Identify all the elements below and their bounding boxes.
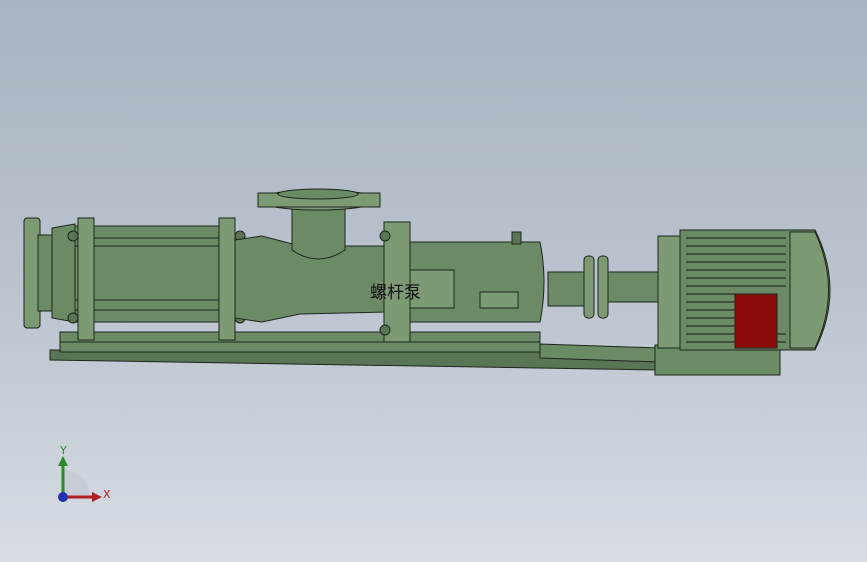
- triad-y-label: Y: [59, 444, 67, 457]
- suction-housing[interactable]: [234, 188, 386, 323]
- triad-arc-icon: [63, 470, 90, 497]
- shaft-coupling[interactable]: [547, 255, 661, 319]
- drive-housing[interactable]: [379, 221, 545, 343]
- pump-assembly-model[interactable]: 螺杆泵 Y X: [0, 0, 867, 562]
- junction-box[interactable]: [734, 293, 778, 349]
- axis-triad: Y X: [58, 444, 111, 502]
- stator-barrel[interactable]: [67, 217, 246, 341]
- inlet-flange[interactable]: [23, 217, 76, 329]
- triad-x-label: X: [103, 488, 111, 501]
- part-label: 螺杆泵: [370, 283, 421, 303]
- cad-viewport[interactable]: 螺杆泵 Y X: [0, 0, 867, 562]
- electric-motor[interactable]: [657, 229, 831, 351]
